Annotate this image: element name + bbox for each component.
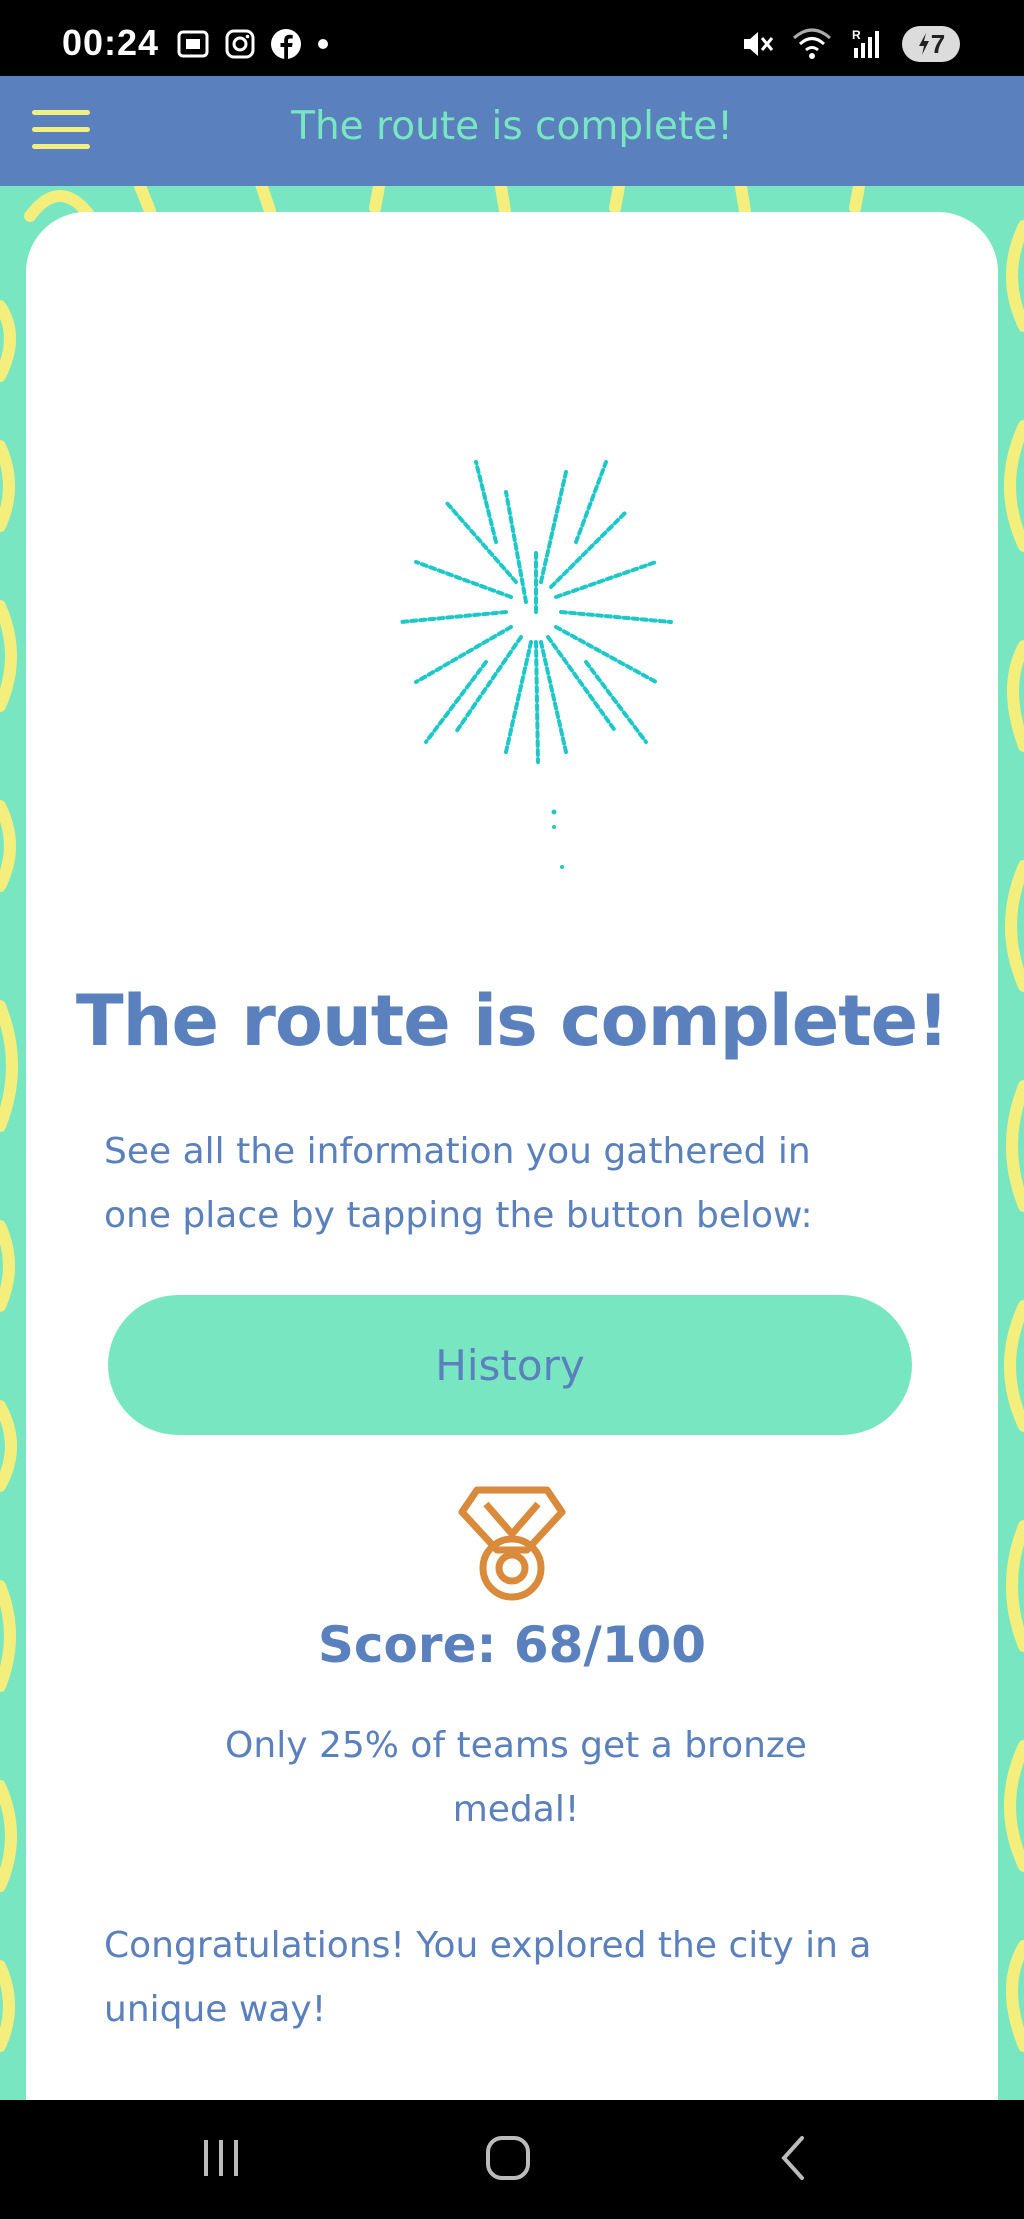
facebook-icon: [271, 29, 301, 59]
status-time: 00:24: [62, 22, 160, 63]
status-bar: 00:24 R 7: [0, 0, 1024, 76]
app-bar-title: The route is complete!: [291, 104, 733, 149]
recent-apps-icon[interactable]: [198, 2130, 244, 2186]
score-value: Score: 68/100: [317, 1616, 707, 1674]
status-notification-icons: [176, 28, 330, 60]
medal-note-line2: medal!: [452, 1789, 580, 1830]
home-icon[interactable]: [482, 2130, 534, 2186]
battery-indicator: 7: [902, 26, 960, 62]
completion-card: The route is complete! See all the infor…: [26, 212, 998, 2132]
medal-note-line1: Only 25% of teams get a bronze: [225, 1725, 807, 1766]
system-navigation-bar: [0, 2100, 1024, 2219]
wifi-icon: [793, 28, 831, 59]
fireworks-animation: [399, 460, 673, 869]
medal-note: Only 25% of teams get a bronze medal!: [206, 1714, 826, 1842]
congratulations-line1: Congratulations! You explored the city i…: [104, 1925, 872, 1966]
congratulations-text: Congratulations! You explored the city i…: [104, 1914, 954, 2042]
charging-icon: [918, 33, 929, 55]
mute-icon: [744, 32, 774, 56]
history-instructions-line1: See all the information you gathered in: [104, 1131, 811, 1172]
status-system-icons: R 7: [740, 26, 960, 62]
congratulations-line2: unique way!: [104, 1989, 327, 2030]
screenshot-icon: [177, 30, 209, 58]
instagram-icon: [225, 29, 255, 59]
back-icon[interactable]: [772, 2130, 812, 2186]
app-bar: The route is complete!: [0, 76, 1024, 186]
history-instructions: See all the information you gathered in …: [104, 1120, 924, 1248]
battery-level: 7: [930, 28, 946, 59]
history-button[interactable]: History: [108, 1295, 912, 1435]
history-instructions-line2: one place by tapping the button below:: [104, 1195, 813, 1236]
svg-text:R: R: [852, 28, 861, 42]
completion-heading: The route is complete!: [75, 980, 949, 1062]
signal-icon: R: [852, 28, 879, 58]
dot-icon: [318, 39, 328, 49]
bronze-medal-icon: [458, 1486, 566, 1601]
